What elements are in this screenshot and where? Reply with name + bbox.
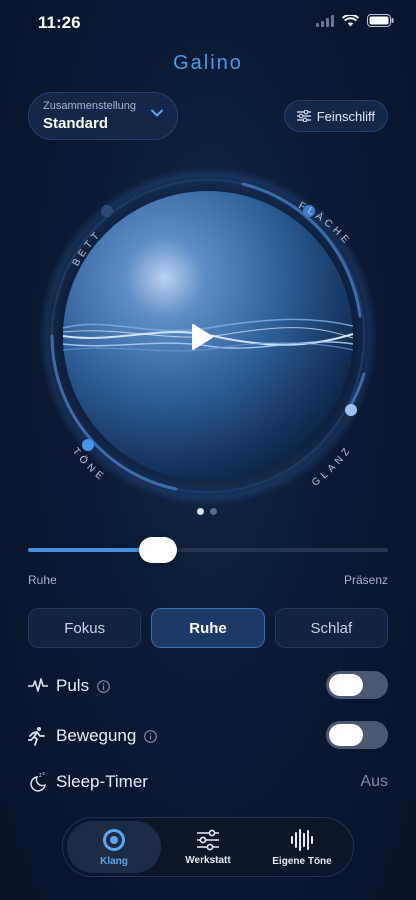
tab-klang-label: Klang	[100, 855, 128, 867]
tab-bar: Klang Werkstatt Eigene Töne	[62, 817, 354, 877]
preset-selector[interactable]: Zusammenstellung Standard	[28, 92, 178, 140]
bewegung-toggle[interactable]	[326, 721, 388, 749]
preset-value: Standard	[43, 115, 109, 132]
handle-bett[interactable]	[101, 205, 113, 217]
handle-toene[interactable]	[82, 439, 94, 451]
page-dot[interactable]	[210, 508, 217, 515]
info-icon[interactable]	[144, 729, 158, 743]
ring-icon	[103, 828, 125, 851]
fine-tune-button[interactable]: Feinschliff	[283, 100, 388, 132]
toggle-thumb	[329, 724, 363, 746]
mode-ruhe[interactable]: Ruhe	[151, 608, 265, 648]
setting-bewegung-label: Bewegung	[56, 726, 137, 745]
preset-label: Zusammenstellung	[43, 100, 136, 112]
battery-icon	[367, 14, 394, 27]
sleep-timer-value: Aus	[360, 773, 388, 790]
sleep-timer-label: Sleep-Timer	[56, 772, 148, 791]
slider-max-label: Präsenz	[343, 573, 388, 587]
pulse-icon	[28, 678, 50, 694]
handle-glanz[interactable]	[345, 404, 357, 416]
fine-tune-label: Feinschliff	[316, 108, 375, 124]
info-icon[interactable]	[97, 679, 110, 693]
page-indicator[interactable]	[197, 508, 217, 515]
mode-schlaf[interactable]: Schlaf	[274, 608, 388, 648]
tab-werkstatt[interactable]: Werkstatt	[161, 821, 255, 873]
play-icon[interactable]	[190, 323, 214, 351]
setting-sleep-timer[interactable]: z z Sleep-Timer Aus	[28, 767, 388, 797]
slider-min-label: Ruhe	[28, 573, 57, 587]
tab-klang[interactable]: Klang	[67, 821, 161, 873]
presence-slider[interactable]	[28, 537, 388, 563]
mode-fokus[interactable]: Fokus	[28, 608, 142, 648]
running-icon	[28, 726, 50, 746]
status-icons	[316, 14, 394, 27]
moon-zzz-icon: z z	[28, 772, 50, 792]
tab-werkstatt-label: Werkstatt	[185, 854, 231, 866]
chevron-down-icon	[151, 109, 163, 117]
app-title: Galino	[173, 52, 243, 74]
puls-toggle[interactable]	[326, 671, 388, 699]
status-bar: 11:26	[0, 0, 416, 44]
setting-bewegung: Bewegung	[28, 721, 388, 751]
tab-eigene-toene-label: Eigene Töne	[272, 855, 332, 867]
waveform-icon	[291, 828, 313, 851]
tab-eigene-toene[interactable]: Eigene Töne	[255, 821, 349, 873]
status-time: 11:26	[38, 13, 81, 32]
toggle-thumb	[329, 674, 363, 696]
mode-selector: Fokus Ruhe Schlaf	[28, 608, 388, 648]
setting-puls-label: Puls	[56, 676, 90, 695]
wifi-icon	[342, 14, 359, 26]
sliders-icon	[197, 829, 219, 850]
page-dot[interactable]	[197, 508, 204, 515]
sliders-icon	[296, 110, 311, 122]
slider-knob[interactable]	[138, 537, 177, 563]
signal-icon	[316, 14, 334, 27]
setting-puls: Puls	[28, 671, 388, 701]
svg-text:z: z	[43, 772, 46, 777]
